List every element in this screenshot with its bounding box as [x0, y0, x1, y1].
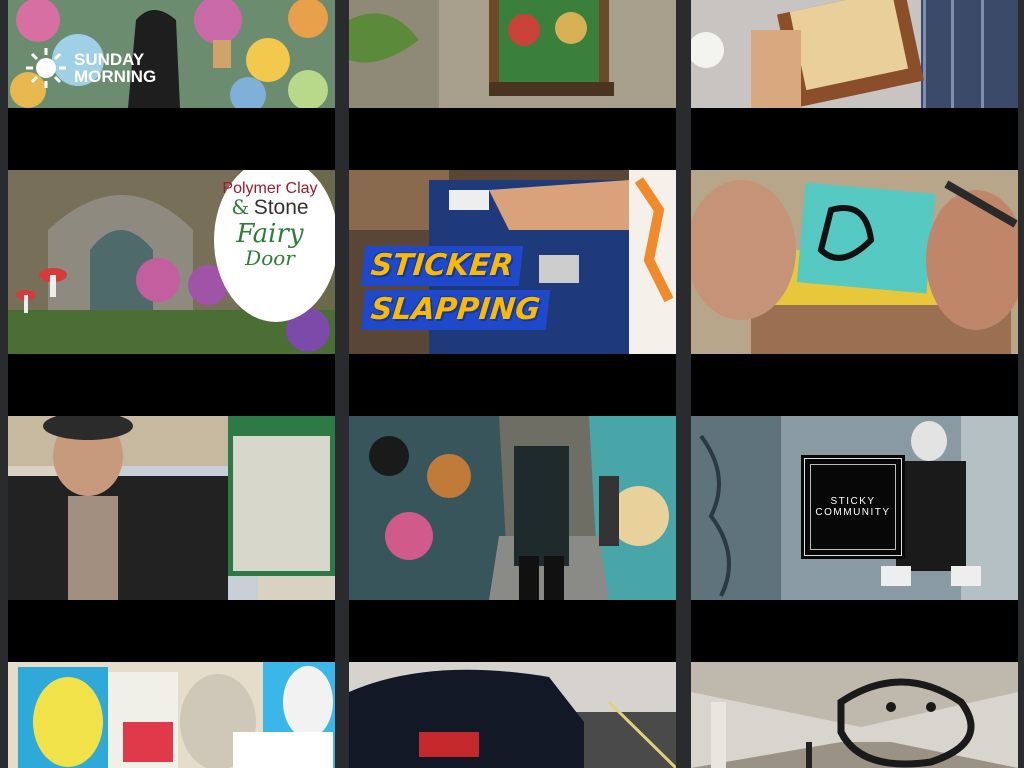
caption-band — [691, 108, 1018, 170]
sticker-slapping-line1: STICKER — [360, 246, 524, 286]
caption-band — [349, 354, 676, 416]
video-grid: SUNDAY MORNING Polymer Clay & Stone Fair… — [0, 0, 1024, 768]
sticky-community-line1: STICKY — [830, 496, 876, 507]
fairy-door-line3: Fairy — [236, 219, 304, 249]
thumbnail-man-sticker-box[interactable] — [8, 416, 335, 600]
sunday-morning-logo: SUNDAY MORNING — [24, 46, 174, 90]
caption-band — [691, 354, 1018, 416]
fairy-door-line2: Stone — [253, 196, 309, 219]
sunday-morning-text: SUNDAY MORNING — [74, 50, 157, 86]
thumbnail-sticky-community[interactable]: STICKY COMMUNITY — [691, 416, 1018, 600]
caption-band — [349, 108, 676, 170]
caption-band — [691, 600, 1018, 662]
caption-band — [8, 354, 335, 416]
thumbnail-fairy-door-figures[interactable] — [349, 0, 676, 108]
fairy-door-amp: & — [231, 195, 250, 219]
caption-band — [8, 600, 335, 662]
sticky-community-title: STICKY COMMUNITY — [801, 455, 905, 559]
fairy-door-line4: Door — [245, 246, 295, 270]
thumbnail-subway-tunnel[interactable] — [691, 662, 1018, 768]
sticker-slapping-line2: SLAPPING — [360, 290, 550, 330]
thumbnail-sticker-drawing[interactable] — [691, 170, 1018, 354]
caption-band — [349, 600, 676, 662]
sun-icon — [26, 48, 66, 88]
caption-band — [8, 108, 335, 170]
thumbnail-graffiti-alley[interactable] — [349, 416, 676, 600]
thumbnail-sunday-morning[interactable]: SUNDAY MORNING — [8, 0, 335, 108]
thumbnail-car-street[interactable] — [349, 662, 676, 768]
thumbnail-fairy-door[interactable]: Polymer Clay & Stone Fairy Door — [8, 170, 335, 354]
thumbnail-sticker-slapping[interactable]: STICKER SLAPPING — [349, 170, 676, 354]
thumbnail-wood-frame[interactable] — [691, 0, 1018, 108]
sticker-slapping-title: STICKER SLAPPING — [360, 244, 550, 332]
thumbnail-priority-mail-stickers[interactable] — [8, 662, 335, 768]
sticky-community-line2: COMMUNITY — [815, 507, 891, 518]
fairy-door-title: Polymer Clay & Stone Fairy Door — [215, 180, 325, 270]
